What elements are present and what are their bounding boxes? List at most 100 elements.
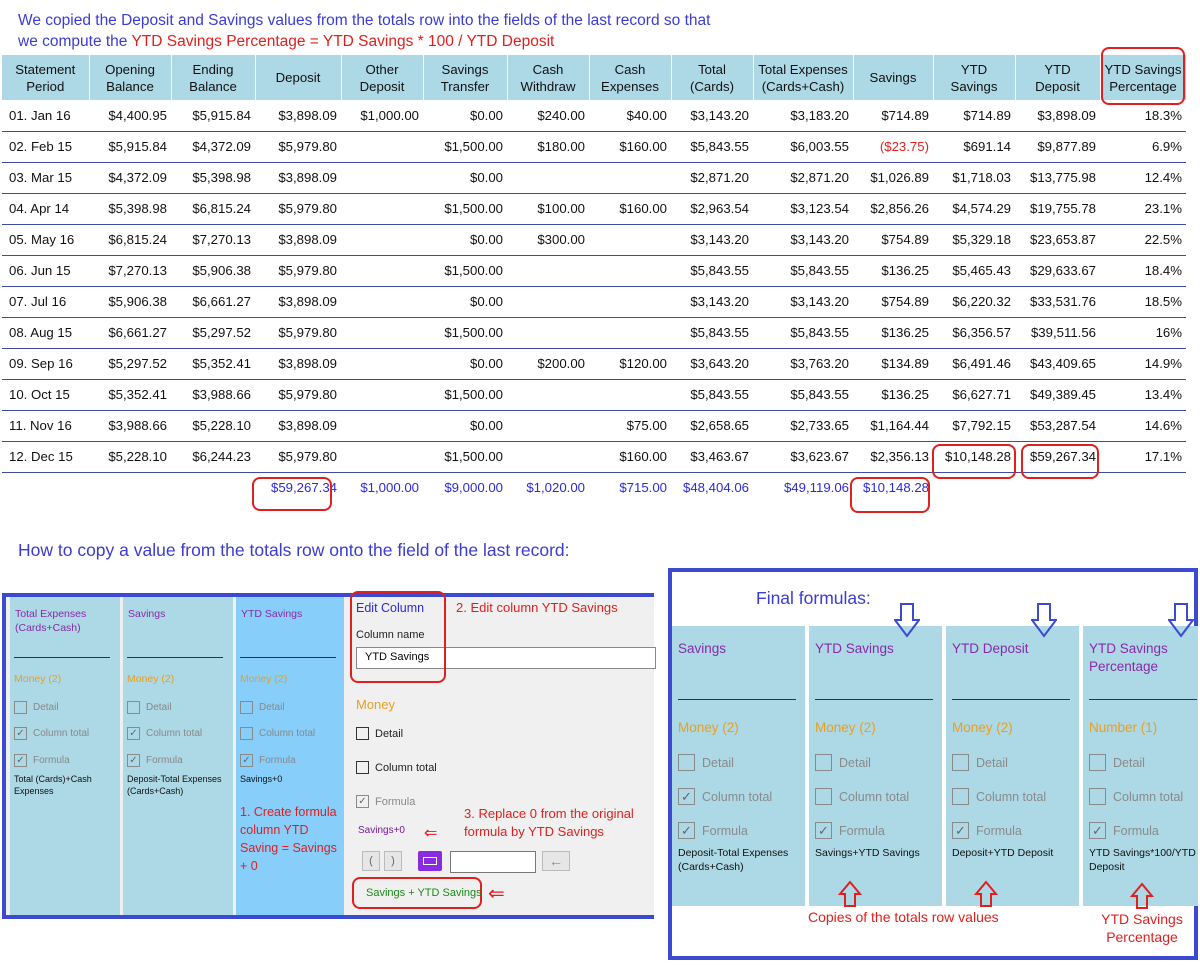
detail-checkbox[interactable]: Detail <box>14 701 59 714</box>
table-cell <box>507 255 589 287</box>
table-cell <box>341 379 423 411</box>
column-title: YTD Savings <box>815 641 894 656</box>
table-row[interactable]: 08. Aug 15 $6,661.27 $5,297.52 $5,979.80 $1,… <box>2 317 1186 349</box>
table-cell: $5,906.38 <box>171 255 255 287</box>
table-cell: 18.4% <box>1100 255 1186 287</box>
edit-column-form: Edit Column Column name YTD Savings 2. E… <box>348 591 656 915</box>
table-cell: $1,500.00 <box>423 193 507 225</box>
paren-open-button[interactable]: ( <box>362 851 380 871</box>
formula-checkbox[interactable]: ✓ Formula <box>815 822 885 839</box>
column-type: Money (2) <box>678 720 739 735</box>
backspace-icon[interactable]: ← <box>542 851 570 871</box>
table-row[interactable]: 05. May 16 $6,815.24 $7,270.13 $3,898.09 $0.… <box>2 224 1186 256</box>
table-row[interactable]: 11. Nov 16 $3,988.66 $5,228.10 $3,898.09 $0.… <box>2 410 1186 442</box>
final-column-savings[interactable]: Savings Money (2) Detail ✓ Column total ✓… <box>672 626 805 906</box>
table-cell: 11. Nov 16 <box>2 410 89 442</box>
table-cell: $4,372.09 <box>171 131 255 163</box>
formula-checkbox[interactable]: ✓ Formula <box>678 822 748 839</box>
table-cell: $134.89 <box>853 348 933 380</box>
column-total-checkbox[interactable]: Column total <box>952 788 1046 805</box>
formula-checkbox[interactable]: ✓ Formula <box>952 822 1022 839</box>
table-cell: $13,775.98 <box>1015 162 1100 194</box>
table-cell: $5,843.55 <box>753 317 853 349</box>
table-cell: $100.00 <box>507 193 589 225</box>
table-cell: $0.00 <box>423 286 507 318</box>
column-header[interactable]: Cash Expenses <box>589 55 672 100</box>
table-cell: $1,000.00 <box>341 100 423 132</box>
table-row[interactable]: 02. Feb 15 $5,915.84 $4,372.09 $5,979.80 $1,… <box>2 131 1186 163</box>
column-header[interactable]: Total Expenses (Cards+Cash) <box>753 55 854 100</box>
formula-checkbox[interactable]: ✓ Formula <box>240 754 296 767</box>
column-total-checkbox[interactable]: Column total <box>1089 788 1183 805</box>
edit-detail-checkbox[interactable]: Detail <box>356 727 403 740</box>
table-cell: $7,270.13 <box>171 224 255 256</box>
table-cell: $5,228.10 <box>171 410 255 442</box>
edit-formula-text[interactable]: Savings+0 <box>358 825 405 836</box>
table-cell: $1,500.00 <box>423 379 507 411</box>
left-column-savings[interactable]: Savings Money (2) Detail ✓ Column total ✓… <box>123 597 233 915</box>
column-total-checkbox[interactable]: Column total <box>815 788 909 805</box>
column-total-checkbox[interactable]: ✓ Column total <box>678 788 772 805</box>
table-cell: 03. Mar 15 <box>2 162 89 194</box>
table-row[interactable]: 06. Jun 15 $7,270.13 $5,906.38 $5,979.80 $1,… <box>2 255 1186 287</box>
detail-checkbox[interactable]: Detail <box>815 754 871 771</box>
column-header[interactable]: Cash Withdraw <box>507 55 590 100</box>
keyboard-icon[interactable] <box>418 851 442 871</box>
column-total-checkbox[interactable]: ✓ Column total <box>14 727 89 740</box>
column-total-checkbox[interactable]: Column total <box>240 727 315 740</box>
column-header[interactable]: Deposit <box>255 55 342 100</box>
table-cell: $200.00 <box>507 348 589 380</box>
column-header[interactable]: Savings <box>853 55 934 100</box>
table-row[interactable]: 03. Mar 15 $4,372.09 $5,398.98 $3,898.09 $0.… <box>2 162 1186 194</box>
formula-checkbox[interactable]: ✓ Formula <box>14 754 70 767</box>
table-header-row: Statement Period Opening Balance Ending Balan… <box>2 55 1187 100</box>
detail-checkbox[interactable]: Detail <box>127 701 172 714</box>
table-cell: $5,352.41 <box>171 348 255 380</box>
edit-formula-checkbox[interactable]: ✓ Formula <box>356 795 415 808</box>
detail-checkbox[interactable]: Detail <box>678 754 734 771</box>
column-total-checkbox[interactable]: ✓ Column total <box>127 727 202 740</box>
detail-checkbox[interactable]: Detail <box>240 701 285 714</box>
paren-close-button[interactable]: ) <box>384 851 402 871</box>
column-header[interactable]: Other Deposit <box>341 55 424 100</box>
left-column-total-expenses[interactable]: Total Expenses (Cards+Cash) Money (2) De… <box>10 597 120 915</box>
final-column-ytd-savings[interactable]: YTD Savings Money (2) Detail Column tota… <box>809 626 942 906</box>
column-header[interactable]: Ending Balance <box>171 55 256 100</box>
column-header[interactable]: Opening Balance <box>89 55 172 100</box>
detail-checkbox[interactable]: Detail <box>952 754 1008 771</box>
table-row[interactable]: 01. Jan 16 $4,400.95 $5,915.84 $3,898.09 $1,… <box>2 100 1186 132</box>
note-step1: 1. Create formula column YTD Saving = Sa… <box>240 805 337 873</box>
column-header[interactable]: Statement Period <box>2 55 90 100</box>
table-cell: $6,244.23 <box>171 441 255 473</box>
table-cell: $5,843.55 <box>671 379 753 411</box>
column-header[interactable]: Savings Transfer <box>423 55 508 100</box>
detail-checkbox[interactable]: Detail <box>1089 754 1145 771</box>
table-row[interactable]: 10. Oct 15 $5,352.41 $3,988.66 $5,979.80 $1,… <box>2 379 1186 411</box>
table-cell: $5,398.98 <box>89 193 171 225</box>
table-cell <box>507 286 589 318</box>
table-cell: $3,898.09 <box>255 410 341 442</box>
formula-input[interactable] <box>450 851 536 873</box>
table-cell: $3,898.09 <box>255 100 341 132</box>
table-cell <box>341 131 423 163</box>
final-column-ytd-deposit[interactable]: YTD Deposit Money (2) Detail Column tota… <box>946 626 1079 906</box>
table-row[interactable]: 07. Jul 16 $5,906.38 $6,661.27 $3,898.09 $0.… <box>2 286 1186 318</box>
table-cell: 04. Apr 14 <box>2 193 89 225</box>
howto-heading: How to copy a value from the totals row … <box>18 540 570 560</box>
column-title: Savings <box>128 608 166 620</box>
table-cell: $39,511.56 <box>1015 317 1100 349</box>
edit-column-total-checkbox[interactable]: Column total <box>356 761 437 774</box>
formula-checkbox[interactable]: ✓ Formula <box>127 754 183 767</box>
table-row[interactable]: 04. Apr 14 $5,398.98 $6,815.24 $5,979.80 $1,… <box>2 193 1186 225</box>
table-cell: 13.4% <box>1100 379 1186 411</box>
left-column-ytd-savings-selected[interactable]: YTD Savings Money (2) Detail Column tota… <box>236 597 344 915</box>
arrow-down-icon <box>894 603 920 638</box>
table-cell: $5,228.10 <box>89 441 171 473</box>
formula-checkbox[interactable]: ✓ Formula <box>1089 822 1159 839</box>
column-header[interactable]: YTD Savings <box>933 55 1016 100</box>
final-column-ytd-savings-percentage[interactable]: YTD Savings Percentage Number (1) Detail… <box>1083 626 1198 906</box>
column-header[interactable]: YTD Deposit <box>1015 55 1101 100</box>
table-cell: $6,661.27 <box>171 286 255 318</box>
column-header[interactable]: Total (Cards) <box>671 55 754 100</box>
table-row[interactable]: 09. Sep 16 $5,297.52 $5,352.41 $3,898.09 $0.… <box>2 348 1186 380</box>
